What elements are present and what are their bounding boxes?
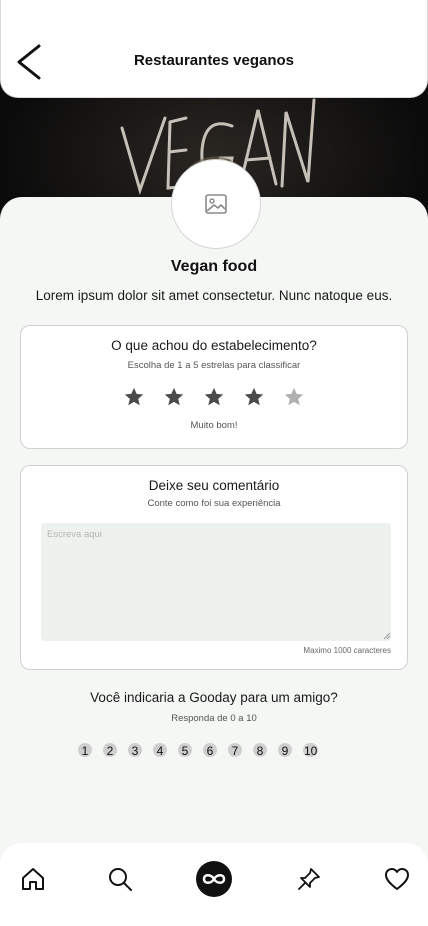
comment-card: Deixe seu comentário Conte como foi sua … xyxy=(20,465,408,670)
star-rating xyxy=(21,386,407,408)
recommend-subtitle: Responda de 0 a 10 xyxy=(171,713,257,724)
nps-option[interactable]: 9 xyxy=(278,743,292,758)
search-icon xyxy=(109,868,132,891)
rating-label: Muito bom! xyxy=(190,420,238,431)
nav-favorites[interactable] xyxy=(383,865,411,893)
comment-title: Deixe seu comentário xyxy=(148,478,280,493)
heart-icon xyxy=(385,868,409,890)
rating-card: O que achou do estabelecimento? Escolha … xyxy=(20,325,408,449)
nav-gooday[interactable] xyxy=(196,861,232,897)
nps-option[interactable]: 1 xyxy=(78,743,92,758)
comment-subtitle: Conte como foi sua experiência xyxy=(147,498,281,509)
place-name: Vegan food xyxy=(170,258,258,275)
nps-option[interactable]: 2 xyxy=(103,743,117,758)
recommend-question: Você indicaria a Gooday para um amigo? xyxy=(90,690,338,705)
nps-option[interactable]: 7 xyxy=(228,743,242,758)
nps-option[interactable]: 4 xyxy=(153,743,167,758)
resize-grip-icon[interactable] xyxy=(383,632,391,640)
star-empty-icon[interactable] xyxy=(283,386,305,408)
rating-title: O que achou do estabelecimento? xyxy=(111,338,317,353)
nps-option[interactable]: 3 xyxy=(128,743,142,758)
nps-option[interactable]: 6 xyxy=(203,743,217,758)
nav-search[interactable] xyxy=(106,865,134,893)
nps-scale: 1 2 3 4 5 6 7 8 9 10 xyxy=(78,743,319,761)
nps-option[interactable]: 10 xyxy=(303,743,319,758)
place-avatar xyxy=(171,159,261,249)
star-filled-icon[interactable] xyxy=(163,386,185,408)
home-icon xyxy=(22,868,44,890)
nav-pinned[interactable] xyxy=(295,865,323,893)
comment-textarea[interactable] xyxy=(41,523,391,641)
nps-option[interactable]: 8 xyxy=(253,743,267,758)
pin-icon xyxy=(298,868,320,890)
character-limit: Maximo 1000 caracteres xyxy=(303,646,391,655)
image-placeholder-icon xyxy=(205,194,227,214)
star-filled-icon[interactable] xyxy=(203,386,225,408)
nps-option[interactable]: 5 xyxy=(178,743,192,758)
place-description: Lorem ipsum dolor sit amet consectetur. … xyxy=(35,288,393,303)
top-header: Restaurantes veganos xyxy=(0,0,428,98)
star-filled-icon[interactable] xyxy=(123,386,145,408)
infinity-icon xyxy=(202,874,226,884)
page-title: Restaurantes veganos xyxy=(133,52,295,69)
star-filled-icon[interactable] xyxy=(243,386,265,408)
rating-subtitle: Escolha de 1 a 5 estrelas para classific… xyxy=(127,360,301,371)
nav-home[interactable] xyxy=(19,865,47,893)
bottom-navigation xyxy=(0,843,428,926)
